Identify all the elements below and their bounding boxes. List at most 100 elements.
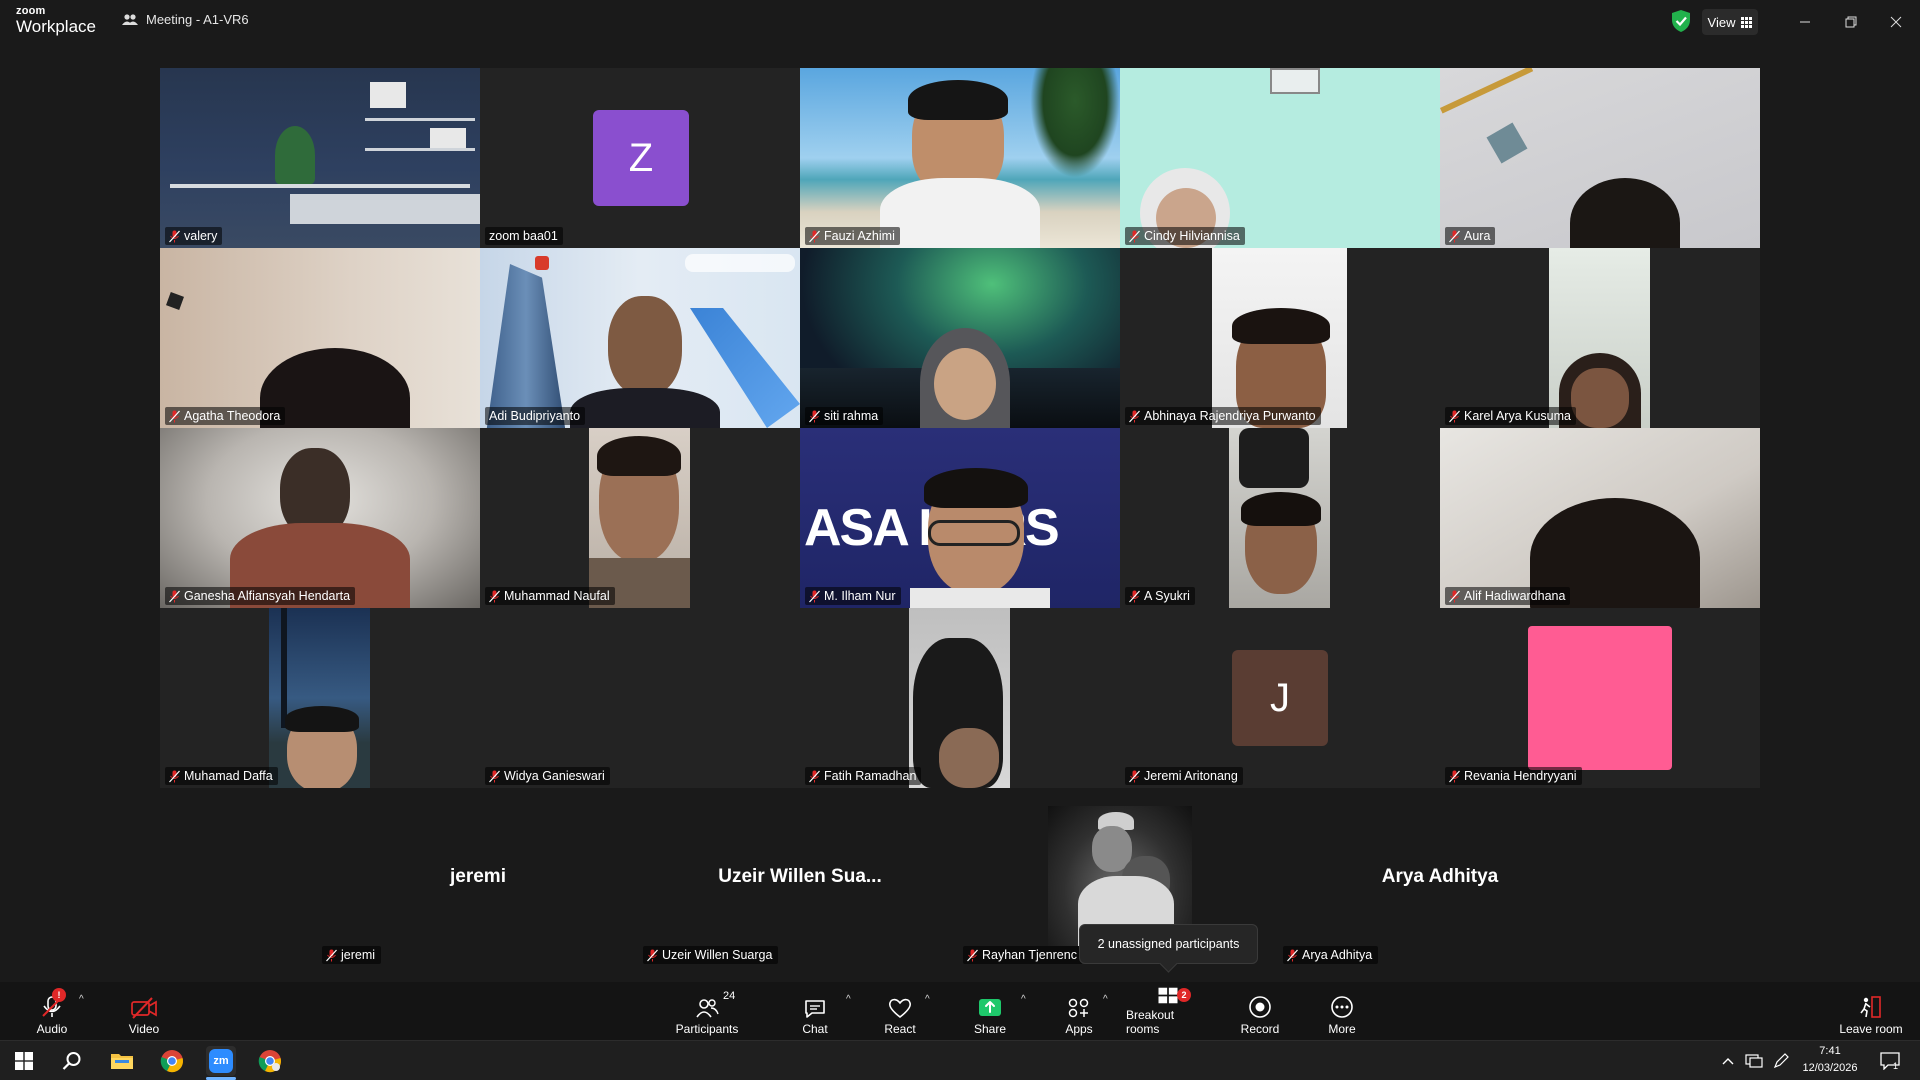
participant-name: Aura xyxy=(1464,229,1491,243)
breakout-rooms-badge: 2 xyxy=(1177,988,1191,1002)
taskbar-zoom[interactable]: zm xyxy=(206,1046,236,1076)
participant-name-label: siti rahma xyxy=(805,407,884,425)
strip-participant-name[interactable]: Uzeir Willen Sua... xyxy=(640,866,960,888)
mic-muted-icon xyxy=(1449,770,1460,782)
participant-name: Fatih Ramadhan xyxy=(824,769,917,783)
video-tile-active-speaker[interactable]: Adi Budipriyanto xyxy=(480,248,800,428)
video-label: Video xyxy=(128,1022,160,1036)
chat-options-caret[interactable]: ^ xyxy=(846,994,851,1005)
participant-name: Uzeir Willen Suarga xyxy=(662,948,773,962)
video-tile[interactable]: Fatih Ramadhan xyxy=(800,608,1120,788)
video-tile[interactable]: Abhinaya Rajendriya Purwanto xyxy=(1120,248,1440,428)
taskbar-chrome-profile[interactable] xyxy=(256,1047,284,1075)
notification-count: 1 xyxy=(1893,1061,1899,1071)
minimize-button[interactable] xyxy=(1790,8,1820,36)
video-tile[interactable]: Alif Hadiwardhana xyxy=(1440,428,1760,608)
mic-muted-icon xyxy=(169,410,180,422)
mic-muted-icon xyxy=(326,949,337,961)
logo-big-text: Workplace xyxy=(16,17,96,36)
minimize-icon xyxy=(1800,21,1810,23)
breakout-tooltip: 2 unassigned participants xyxy=(1079,924,1258,964)
video-tile[interactable]: Aura xyxy=(1440,68,1760,248)
chat-bubble-icon xyxy=(805,1000,825,1018)
folder-icon xyxy=(111,1054,133,1069)
video-tile[interactable]: J Jeremi Aritonang xyxy=(1120,608,1440,788)
restore-button[interactable] xyxy=(1836,8,1866,36)
participant-name-label: Aura xyxy=(1445,227,1496,245)
tray-show-hidden-icons[interactable] xyxy=(1714,1047,1742,1075)
video-feed xyxy=(160,68,480,248)
apps-button[interactable]: Apps xyxy=(1059,986,1099,1036)
leave-room-button[interactable]: Leave room xyxy=(1836,986,1906,1036)
strip-participant-name[interactable]: jeremi xyxy=(318,866,638,888)
mic-muted-icon xyxy=(489,770,500,782)
video-feed xyxy=(909,608,1010,788)
taskbar-search-button[interactable] xyxy=(58,1047,86,1075)
share-options-caret[interactable]: ^ xyxy=(1021,994,1026,1005)
mic-muted-icon xyxy=(169,770,180,782)
participant-name: Revania Hendryyani xyxy=(1464,769,1577,783)
audio-options-caret[interactable]: ^ xyxy=(79,994,84,1005)
video-tile[interactable]: A Syukri xyxy=(1120,428,1440,608)
video-tile[interactable]: Fauzi Azhimi xyxy=(800,68,1120,248)
video-tile[interactable]: Revania Hendryyani xyxy=(1440,608,1760,788)
video-tile[interactable]: Z zoom baa01 xyxy=(480,68,800,248)
apps-options-caret[interactable]: ^ xyxy=(1103,994,1108,1005)
strip-participant-name[interactable]: Arya Adhitya xyxy=(1280,866,1600,888)
video-tile[interactable]: Agatha Theodora xyxy=(160,248,480,428)
windows-start-button[interactable] xyxy=(10,1047,38,1075)
tray-network[interactable] xyxy=(1740,1047,1768,1075)
video-feed xyxy=(480,248,800,428)
video-tile[interactable]: Karel Arya Kusuma xyxy=(1440,248,1760,428)
video-feed xyxy=(160,248,480,428)
video-tile[interactable]: Widya Ganieswari xyxy=(480,608,800,788)
react-button[interactable]: React xyxy=(880,986,920,1036)
close-button[interactable] xyxy=(1881,8,1911,36)
video-tile[interactable]: Muhamad Daffa xyxy=(160,608,480,788)
participants-icon xyxy=(122,13,138,25)
participant-name-label: Agatha Theodora xyxy=(165,407,286,425)
tray-notifications[interactable]: 1 xyxy=(1876,1047,1904,1075)
video-tile[interactable]: valery xyxy=(160,68,480,248)
video-tile[interactable]: Ganesha Alfiansyah Hendarta xyxy=(160,428,480,608)
encryption-shield-icon[interactable] xyxy=(1670,9,1692,33)
share-button[interactable]: Share xyxy=(970,986,1010,1036)
video-tile[interactable]: Muhammad Naufal xyxy=(480,428,800,608)
participant-name-label: Jeremi Aritonang xyxy=(1125,767,1243,785)
video-tile[interactable]: ASA KARS M. Ilham Nur xyxy=(800,428,1120,608)
react-options-caret[interactable]: ^ xyxy=(925,994,930,1005)
mic-muted-icon xyxy=(809,590,820,602)
participant-name-label: Abhinaya Rajendriya Purwanto xyxy=(1125,407,1321,425)
view-button[interactable]: View xyxy=(1702,9,1758,35)
chat-button[interactable]: Chat xyxy=(795,986,835,1036)
participant-name: Arya Adhitya xyxy=(1302,948,1373,962)
meeting-title-text: Meeting - A1-VR6 xyxy=(146,12,249,27)
participant-name-label: Widya Ganieswari xyxy=(485,767,610,785)
video-tile[interactable]: siti rahma xyxy=(800,248,1120,428)
strip-participant-label: Rayhan Tjenrenc xyxy=(963,946,1083,964)
more-label: More xyxy=(1328,1022,1356,1036)
video-feed xyxy=(1440,428,1760,608)
tray-clock-time[interactable]: 7:41 xyxy=(1790,1045,1870,1057)
share-label: Share xyxy=(973,1022,1007,1036)
video-button[interactable]: Video xyxy=(122,986,166,1036)
heart-icon xyxy=(888,998,912,1019)
video-feed xyxy=(1120,68,1440,248)
video-tile[interactable]: Cindy Hilviannisa xyxy=(1120,68,1440,248)
participant-name: jeremi xyxy=(341,948,376,962)
participant-name: Muhammad Naufal xyxy=(504,589,610,603)
participant-name-label: Revania Hendryyani xyxy=(1445,767,1582,785)
tray-clock-date[interactable]: 12/03/2026 xyxy=(1790,1062,1870,1074)
breakout-rooms-label: Breakout rooms xyxy=(1126,1008,1175,1036)
mic-muted-icon xyxy=(1449,410,1460,422)
more-button[interactable]: More xyxy=(1322,986,1362,1036)
zoom-app-icon: zm xyxy=(209,1049,233,1073)
taskbar-file-explorer[interactable] xyxy=(108,1047,136,1075)
title-bar: zoom Workplace Meeting - A1-VR6 View xyxy=(0,0,1920,44)
breakout-rooms-button[interactable]: Breakout rooms xyxy=(1126,986,1210,1036)
chrome-icon xyxy=(160,1050,183,1073)
record-button[interactable]: Record xyxy=(1238,986,1282,1036)
participant-name: Alif Hadiwardhana xyxy=(1464,589,1566,603)
taskbar-chrome[interactable] xyxy=(158,1047,186,1075)
video-camera-off-icon xyxy=(131,997,157,1019)
